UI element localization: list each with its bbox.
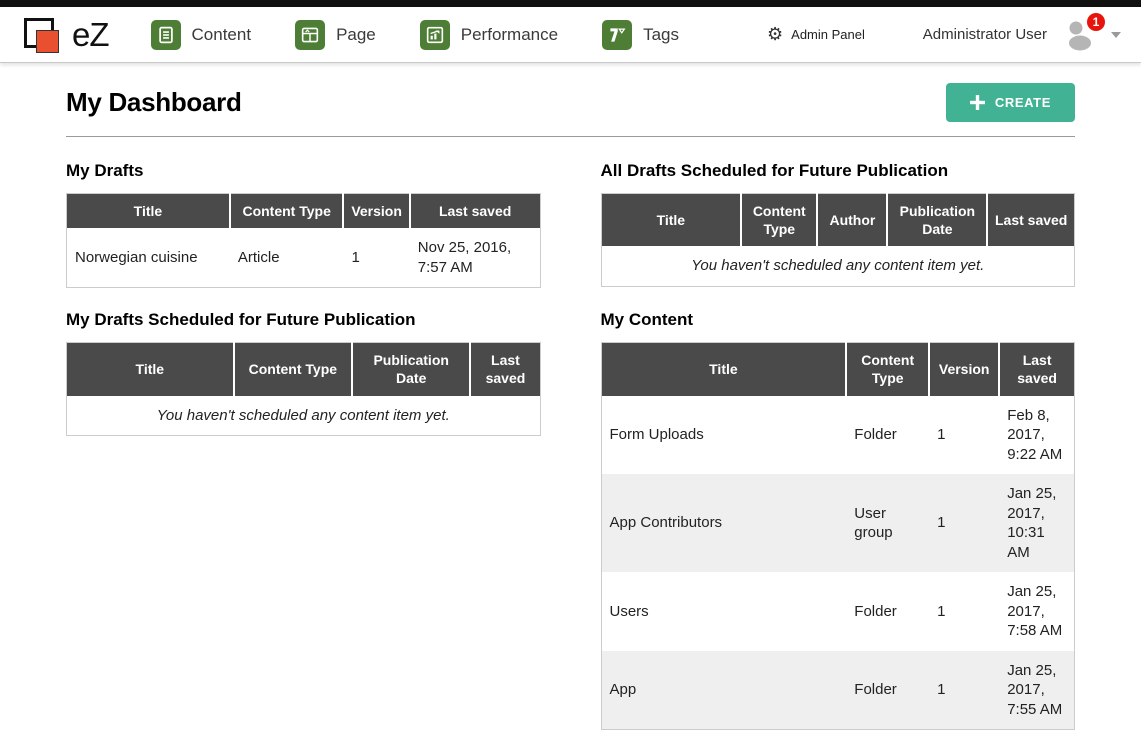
table-cell: Jan 25, 2017, 10:31 AM bbox=[999, 474, 1074, 572]
table-cell: Norwegian cuisine bbox=[67, 228, 230, 288]
nav-label: Tags bbox=[643, 25, 679, 45]
table-cell: Folder bbox=[846, 396, 929, 475]
page-icon bbox=[295, 20, 325, 50]
main-header: eZ Content Pag bbox=[0, 7, 1141, 63]
column-header: Content Type bbox=[230, 194, 344, 229]
nav-label: Content bbox=[192, 25, 252, 45]
ez-logo[interactable]: eZ bbox=[20, 14, 109, 56]
table-cell: Jan 25, 2017, 7:58 AM bbox=[999, 572, 1074, 651]
table-cell: Folder bbox=[846, 651, 929, 730]
table-cell: 1 bbox=[343, 228, 409, 288]
table-cell: App bbox=[601, 651, 846, 730]
table-row[interactable]: AppFolder1Jan 25, 2017, 7:55 AM bbox=[601, 651, 1075, 730]
all-drafts-scheduled-table: TitleContent TypeAuthorPublication DateL… bbox=[601, 193, 1076, 287]
section-all-drafts-scheduled: All Drafts Scheduled for Future Publicat… bbox=[601, 143, 1076, 288]
page-header-row: My Dashboard CREATE bbox=[66, 63, 1075, 137]
table-cell: 1 bbox=[929, 651, 999, 730]
table-header-row: TitleContent TypeVersionLast saved bbox=[601, 343, 1075, 396]
plus-icon bbox=[970, 95, 985, 110]
section-title: All Drafts Scheduled for Future Publicat… bbox=[601, 161, 1076, 181]
column-header: Author bbox=[817, 194, 887, 247]
avatar: 1 bbox=[1059, 17, 1099, 53]
gear-icon: ⚙ bbox=[767, 26, 783, 44]
nav-item-content[interactable]: Content bbox=[151, 20, 252, 50]
column-header: Version bbox=[343, 194, 409, 229]
column-header: Content Type bbox=[234, 343, 352, 396]
create-button[interactable]: CREATE bbox=[946, 83, 1075, 122]
section-my-drafts: My Drafts TitleContent TypeVersionLast s… bbox=[66, 143, 541, 288]
table-cell: Form Uploads bbox=[601, 396, 846, 475]
top-strip bbox=[0, 0, 1141, 7]
my-drafts-scheduled-table: TitleContent TypePublication DateLast sa… bbox=[66, 342, 541, 436]
main-nav: Content Page bbox=[151, 20, 680, 50]
user-menu[interactable]: Administrator User 1 bbox=[923, 17, 1121, 53]
chevron-down-icon bbox=[1111, 32, 1121, 38]
table-header-row: TitleContent TypeAuthorPublication DateL… bbox=[601, 194, 1075, 247]
table-cell: Feb 8, 2017, 9:22 AM bbox=[999, 396, 1074, 475]
column-header: Content Type bbox=[741, 194, 817, 247]
table-cell: User group bbox=[846, 474, 929, 572]
table-cell: Article bbox=[230, 228, 344, 288]
column-header: Publication Date bbox=[887, 194, 987, 247]
performance-icon bbox=[420, 20, 450, 50]
column-header: Title bbox=[601, 194, 741, 247]
user-name: Administrator User bbox=[923, 26, 1047, 43]
nav-label: Performance bbox=[461, 25, 558, 45]
empty-row: You haven't scheduled any content item y… bbox=[67, 396, 541, 436]
section-title: My Drafts Scheduled for Future Publicati… bbox=[66, 310, 541, 330]
column-header: Publication Date bbox=[352, 343, 470, 396]
notification-badge[interactable]: 1 bbox=[1087, 13, 1105, 31]
section-my-content: My Content TitleContent TypeVersionLast … bbox=[601, 292, 1076, 730]
dashboard-grid: My Drafts TitleContent TypeVersionLast s… bbox=[66, 143, 1075, 730]
column-header: Last saved bbox=[470, 343, 540, 396]
nav-label: Page bbox=[336, 25, 376, 45]
dashboard-page: My Dashboard CREATE My Drafts TitleConte… bbox=[0, 63, 1141, 730]
nav-item-page[interactable]: Page bbox=[295, 20, 376, 50]
column-header: Last saved bbox=[987, 194, 1074, 247]
table-cell: Users bbox=[601, 572, 846, 651]
table-row[interactable]: UsersFolder1Jan 25, 2017, 7:58 AM bbox=[601, 572, 1075, 651]
content-icon bbox=[151, 20, 181, 50]
my-content-table: TitleContent TypeVersionLast savedForm U… bbox=[601, 342, 1076, 730]
table-row[interactable]: App ContributorsUser group1Jan 25, 2017,… bbox=[601, 474, 1075, 572]
empty-message: You haven't scheduled any content item y… bbox=[601, 246, 1075, 286]
create-button-label: CREATE bbox=[995, 95, 1051, 110]
table-cell: Nov 25, 2016, 7:57 AM bbox=[410, 228, 540, 288]
table-row[interactable]: Norwegian cuisineArticle1Nov 25, 2016, 7… bbox=[67, 228, 541, 288]
column-header: Content Type bbox=[846, 343, 929, 396]
column-header: Title bbox=[67, 343, 234, 396]
column-header: Version bbox=[929, 343, 999, 396]
table-cell: 1 bbox=[929, 396, 999, 475]
empty-row: You haven't scheduled any content item y… bbox=[601, 246, 1075, 286]
table-header-row: TitleContent TypeVersionLast saved bbox=[67, 194, 541, 229]
my-drafts-table: TitleContent TypeVersionLast savedNorweg… bbox=[66, 193, 541, 288]
logo-text: eZ bbox=[72, 16, 109, 54]
section-title: My Drafts bbox=[66, 161, 541, 181]
table-cell: 1 bbox=[929, 474, 999, 572]
column-header: Last saved bbox=[999, 343, 1074, 396]
nav-item-tags[interactable]: Tags bbox=[602, 20, 679, 50]
section-title: My Content bbox=[601, 310, 1076, 330]
table-cell: App Contributors bbox=[601, 474, 846, 572]
nav-item-performance[interactable]: Performance bbox=[420, 20, 558, 50]
table-cell: Jan 25, 2017, 7:55 AM bbox=[999, 651, 1074, 730]
tags-icon bbox=[602, 20, 632, 50]
ez-logo-icon bbox=[20, 14, 70, 56]
section-my-drafts-scheduled: My Drafts Scheduled for Future Publicati… bbox=[66, 292, 541, 730]
empty-message: You haven't scheduled any content item y… bbox=[67, 396, 541, 436]
admin-panel-button[interactable]: ⚙ Admin Panel bbox=[767, 26, 865, 44]
table-cell: 1 bbox=[929, 572, 999, 651]
table-cell: Folder bbox=[846, 572, 929, 651]
admin-panel-label: Admin Panel bbox=[791, 27, 865, 42]
column-header: Title bbox=[601, 343, 846, 396]
table-row[interactable]: Form UploadsFolder1Feb 8, 2017, 9:22 AM bbox=[601, 396, 1075, 475]
column-header: Title bbox=[67, 194, 230, 229]
page-title: My Dashboard bbox=[66, 87, 242, 118]
table-header-row: TitleContent TypePublication DateLast sa… bbox=[67, 343, 541, 396]
column-header: Last saved bbox=[410, 194, 540, 229]
